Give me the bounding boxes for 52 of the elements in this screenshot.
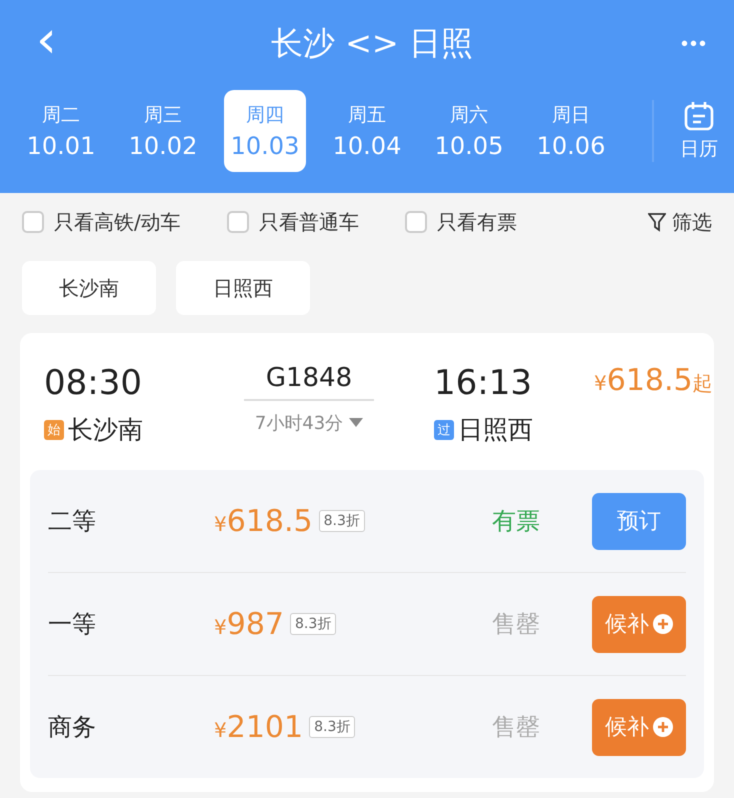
waitlist-button[interactable]: 候补 <box>592 698 686 756</box>
seat-class: 一等 <box>48 609 97 640</box>
calendar-button[interactable]: 日历 <box>652 100 722 162</box>
ticket-status: 售罄 <box>491 609 541 640</box>
discount-label: 8.3折 <box>318 510 365 532</box>
plus-icon <box>653 614 673 634</box>
filter-checkbox[interactable]: 只看普通车 <box>226 208 359 236</box>
plus-icon <box>653 717 673 737</box>
date-tab[interactable]: 周日 10.06 <box>530 90 612 172</box>
calendar-icon <box>683 100 715 132</box>
lowest-price: ¥618.5起 <box>594 363 713 398</box>
back-button[interactable]: ‹ <box>30 14 63 74</box>
funnel-icon <box>648 212 666 232</box>
date-tab[interactable]: 周四 10.03 <box>224 90 306 172</box>
station-chip[interactable]: 日照西 <box>176 261 310 315</box>
checkbox[interactable] <box>404 211 427 233</box>
date-tab[interactable]: 周五 10.04 <box>326 90 408 172</box>
filter-label: 只看高铁/动车 <box>54 208 181 236</box>
book-button[interactable]: 预订 <box>592 492 686 550</box>
train-number: G1848 <box>244 363 374 401</box>
checkbox[interactable] <box>22 211 44 233</box>
departure-station: 长沙南 <box>68 414 143 446</box>
station-chip[interactable]: 长沙南 <box>22 261 156 315</box>
filter-checkbox[interactable]: 只看高铁/动车 <box>22 208 181 236</box>
date-tab[interactable]: 周三 10.02 <box>122 90 204 172</box>
train-card[interactable]: 08:30 始 长沙南 G1848 7小时43分 16:13 过 日照西 ¥618.5起 二等 ¥618.5 8.3折 有票 预订 一等 ¥987 8.3折 售罄 候补 商务 ¥2101 8.3折 售罄 候补 <box>20 333 714 792</box>
route-title: 长沙 <> 日照 <box>270 23 473 64</box>
filter-button[interactable]: 筛选 <box>648 208 712 236</box>
filter-label: 只看普通车 <box>258 208 359 236</box>
waitlist-button[interactable]: 候补 <box>592 596 686 652</box>
date-tab[interactable]: 周二 10.01 <box>20 90 102 172</box>
date-tab[interactable]: 周六 10.05 <box>428 90 510 172</box>
more-button[interactable]: ••• <box>680 32 708 56</box>
caret-icon <box>349 418 364 428</box>
departure-time: 08:30 <box>44 363 142 403</box>
filter-label: 只看有票 <box>436 208 517 236</box>
ticket-status: 售罄 <box>491 712 541 743</box>
seat-class: 二等 <box>48 506 97 537</box>
ticket-status: 有票 <box>491 506 541 537</box>
seat-class: 商务 <box>48 712 97 743</box>
discount-label: 8.3折 <box>309 716 356 738</box>
seat-price: ¥2101 <box>214 710 304 744</box>
arrival-station: 日照西 <box>458 414 533 446</box>
duration-dropdown[interactable]: 7小时43分 <box>254 411 364 435</box>
discount-label: 8.3折 <box>290 613 336 635</box>
seat-price: ¥987 <box>214 606 284 642</box>
filter-checkbox[interactable]: 只看有票 <box>404 208 517 236</box>
checkbox[interactable] <box>226 211 249 233</box>
seat-price: ¥618.5 <box>214 504 313 538</box>
station-tag: 始 <box>44 420 64 440</box>
arrival-time: 16:13 <box>434 363 532 403</box>
station-tag: 过 <box>434 420 454 440</box>
